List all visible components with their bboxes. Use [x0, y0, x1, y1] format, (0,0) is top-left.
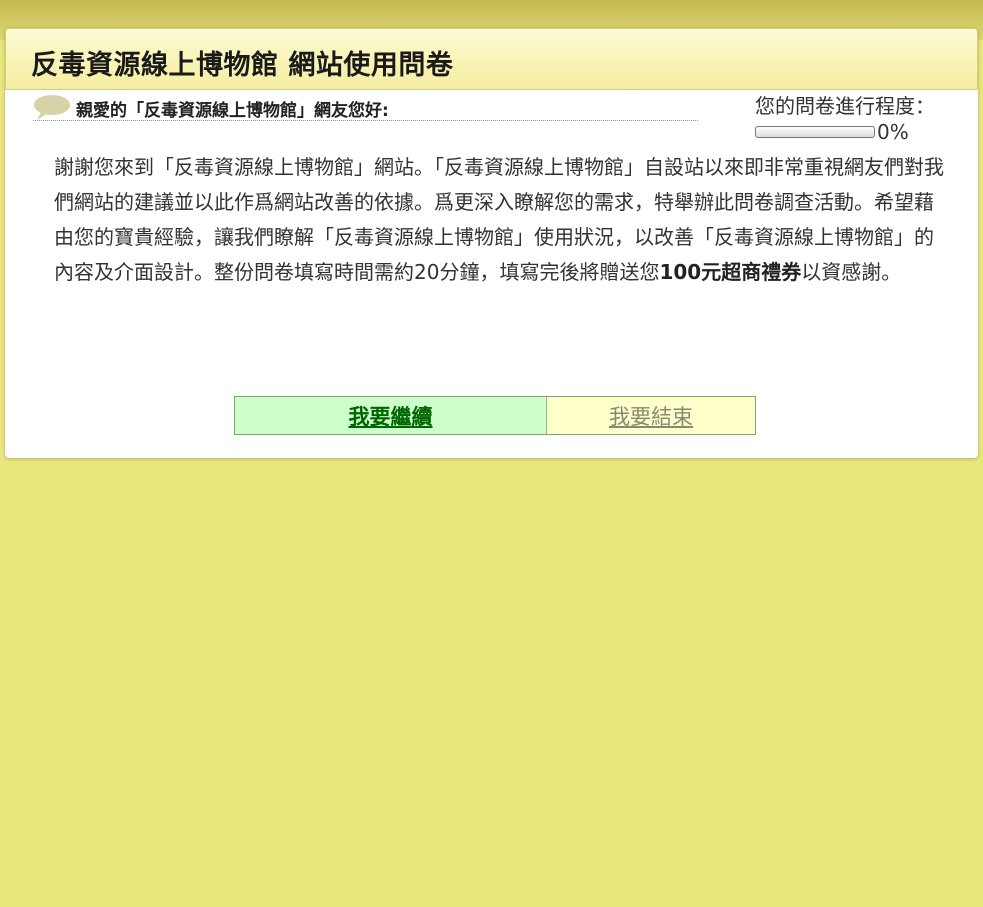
title-bar: 反毒資源線上博物館 網站使用問卷 [5, 28, 978, 90]
end-button[interactable]: 我要結束 [547, 397, 755, 434]
survey-card: 反毒資源線上博物館 網站使用問卷 親愛的「反毒資源線上博物館」網友您好: 您的問… [5, 28, 978, 458]
greeting-text: 親愛的「反毒資源線上博物館」網友您好: [76, 101, 389, 121]
page-title: 反毒資源線上博物館 網站使用問卷 [31, 50, 454, 81]
continue-button[interactable]: 我要繼續 [235, 397, 547, 434]
progress-area: 您的問卷進行程度： 0% [755, 92, 965, 144]
progress-percent: 0% [877, 120, 909, 144]
progress-bar [755, 126, 875, 138]
intro-highlight: 100元超商禮券 [659, 260, 802, 284]
speech-bubble-icon [34, 95, 70, 120]
greeting: 親愛的「反毒資源線上博物館」網友您好: [33, 94, 698, 121]
progress-label: 您的問卷進行程度： [755, 94, 935, 118]
intro-text: 謝謝您來到「反毒資源線上博物館」網站。「反毒資源線上博物館」自設站以來即非常重視… [54, 150, 944, 290]
action-buttons: 我要繼續 我要結束 [234, 396, 756, 435]
progress-row: 0% [755, 120, 965, 144]
intro-part2: 以資感謝。 [801, 260, 902, 284]
